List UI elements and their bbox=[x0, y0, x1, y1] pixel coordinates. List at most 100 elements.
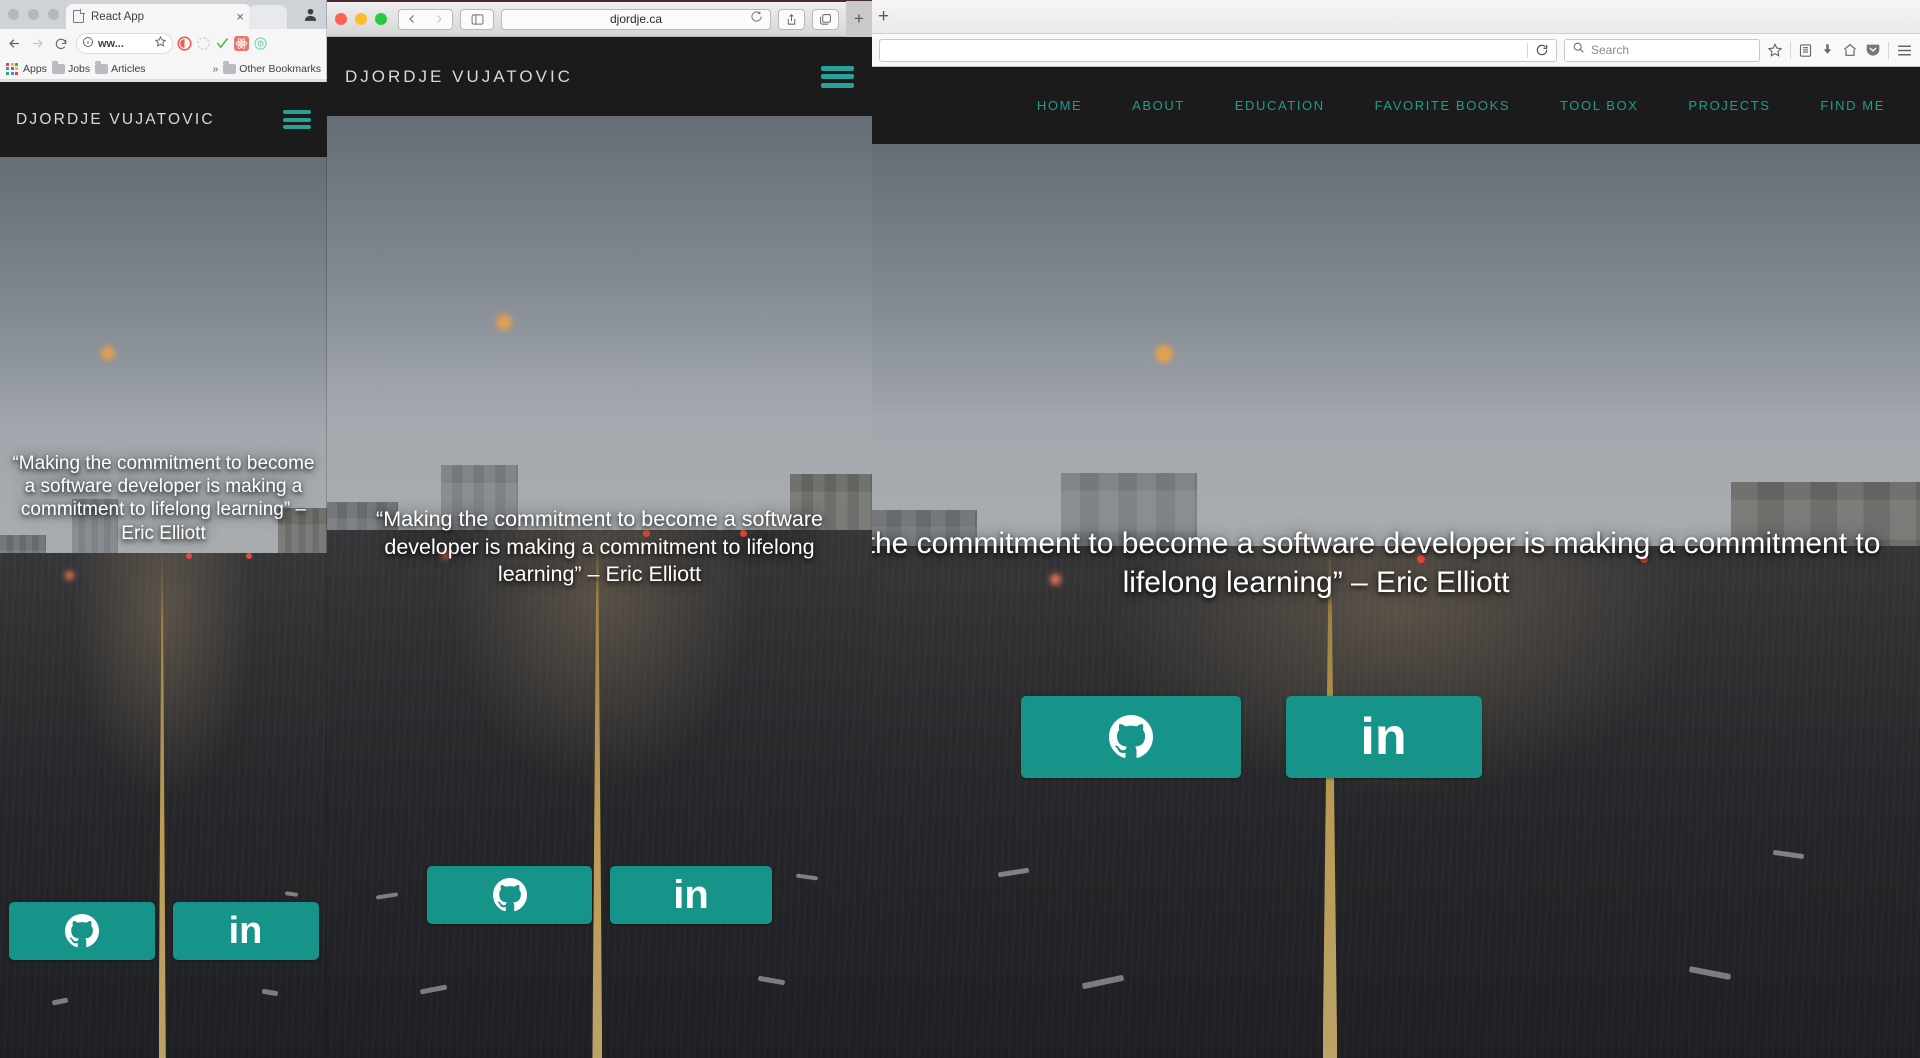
chrome-tab-react-app[interactable]: React App × bbox=[66, 4, 251, 29]
hamburger-menu-icon[interactable] bbox=[1896, 42, 1913, 59]
target-extension-icon[interactable] bbox=[253, 36, 268, 51]
ghostery-extension-icon[interactable] bbox=[177, 36, 192, 51]
forward-chevron-icon[interactable] bbox=[425, 8, 453, 30]
chrome-url-text: ww... bbox=[98, 37, 124, 50]
bookmark-articles[interactable]: Articles bbox=[95, 61, 146, 75]
bookmark-star-icon[interactable] bbox=[154, 35, 167, 53]
chrome-window-controls[interactable] bbox=[8, 9, 59, 20]
bookmark-jobs[interactable]: Jobs bbox=[51, 61, 91, 75]
linkedin-button[interactable]: in bbox=[172, 902, 319, 960]
new-tab-plus-icon[interactable]: + bbox=[878, 7, 889, 26]
reload-icon[interactable] bbox=[51, 34, 70, 53]
loading-extension-icon[interactable] bbox=[196, 36, 211, 51]
reload-icon[interactable] bbox=[1528, 43, 1556, 57]
github-icon bbox=[1108, 715, 1153, 758]
firefox-toolbar: Search bbox=[872, 34, 1920, 67]
site-viewport-chrome: DJORDJE VUJATOVIC “Making the commitment… bbox=[0, 82, 327, 1058]
close-icon[interactable]: × bbox=[236, 10, 244, 23]
bookmark-label: Jobs bbox=[67, 62, 91, 75]
safari-window-controls[interactable] bbox=[335, 13, 387, 25]
firefox-search-placeholder: Search bbox=[1591, 43, 1630, 57]
safari-url-text: djordje.ca bbox=[609, 12, 663, 26]
hero-quote: “Making the commitment to become a softw… bbox=[12, 453, 315, 544]
nav-item-find-me[interactable]: FIND ME bbox=[1820, 98, 1885, 113]
new-tab-plus-icon[interactable]: + bbox=[846, 0, 872, 38]
site-header: DJORDJE VUJATOVIC bbox=[327, 37, 872, 116]
screenshot-stage: React App × ww... Apps Jobs Articles » O… bbox=[0, 0, 1920, 1058]
chrome-tab-strip: React App × bbox=[0, 0, 327, 29]
github-icon bbox=[64, 914, 99, 948]
page-icon bbox=[73, 10, 84, 23]
safari-minimize-button[interactable] bbox=[355, 13, 367, 25]
folder-icon bbox=[51, 61, 65, 74]
folder-icon bbox=[223, 61, 237, 74]
site-nav-bar: HOME ABOUT EDUCATION FAVORITE BOOKS TOOL… bbox=[872, 67, 1920, 144]
firefox-address-bar[interactable] bbox=[879, 38, 1557, 62]
overflow-chevron-icon: » bbox=[212, 62, 219, 75]
safari-maximize-button[interactable] bbox=[375, 13, 387, 25]
sidebar-toggle-icon[interactable] bbox=[460, 8, 494, 30]
hamburger-menu-icon[interactable] bbox=[283, 110, 311, 129]
forward-arrow-icon[interactable] bbox=[28, 34, 47, 53]
library-icon[interactable] bbox=[1798, 43, 1813, 58]
site-viewport-safari: DJORDJE VUJATOVIC “Making the commitment… bbox=[327, 37, 872, 1058]
github-button[interactable] bbox=[1020, 696, 1241, 778]
nav-item-tool-box[interactable]: TOOL BOX bbox=[1560, 98, 1639, 113]
linkedin-icon: in bbox=[673, 873, 709, 917]
hero-section: “Making the commitment to become a softw… bbox=[0, 157, 327, 1058]
bookmark-apps[interactable]: Apps bbox=[23, 63, 47, 75]
firefox-browser-window: + Search HOME ABOUT EDUCATION FAVORITE B… bbox=[872, 0, 1920, 1058]
bookmark-label: Apps bbox=[23, 62, 47, 75]
nav-item-home[interactable]: HOME bbox=[1037, 98, 1082, 113]
safari-toolbar: djordje.ca + bbox=[327, 0, 872, 38]
info-circle-icon bbox=[82, 35, 94, 53]
nav-item-about[interactable]: ABOUT bbox=[1132, 98, 1185, 113]
hero-quote: “Making the commitment to become a softw… bbox=[872, 527, 1881, 599]
social-buttons: in bbox=[872, 696, 1740, 778]
bookmark-other-bookmarks[interactable]: Other Bookmarks bbox=[223, 61, 321, 75]
linkedin-button[interactable]: in bbox=[610, 866, 772, 924]
back-chevron-icon[interactable] bbox=[398, 8, 426, 30]
bookmark-star-icon[interactable] bbox=[1767, 42, 1783, 58]
linkedin-icon: in bbox=[228, 909, 263, 952]
hamburger-menu-icon[interactable] bbox=[821, 65, 854, 88]
social-buttons: in bbox=[327, 866, 872, 924]
chrome-close-dot[interactable] bbox=[8, 9, 19, 20]
chrome-maximize-dot[interactable] bbox=[48, 9, 59, 20]
nav-item-education[interactable]: EDUCATION bbox=[1235, 98, 1325, 113]
hero-section: “Making the commitment to become a softw… bbox=[327, 116, 872, 1058]
react-devtools-extension-icon[interactable] bbox=[234, 36, 249, 51]
chrome-omnibox[interactable]: ww... bbox=[76, 33, 173, 54]
apps-grid-icon[interactable] bbox=[6, 62, 18, 75]
profile-avatar-icon[interactable] bbox=[302, 6, 319, 23]
show-tabs-icon[interactable] bbox=[812, 8, 839, 30]
firefox-tab-strip: + bbox=[872, 0, 1920, 34]
downloads-icon[interactable] bbox=[1820, 42, 1835, 58]
chrome-tab-inactive[interactable] bbox=[249, 5, 287, 29]
share-icon[interactable] bbox=[778, 8, 805, 30]
site-logo[interactable]: DJORDJE VUJATOVIC bbox=[345, 67, 573, 87]
site-logo[interactable]: DJORDJE VUJATOVIC bbox=[16, 111, 215, 129]
pocket-save-icon[interactable] bbox=[1865, 42, 1881, 58]
safari-browser-window: djordje.ca + DJORDJE VUJATOVIC “Making t… bbox=[327, 0, 872, 1058]
firefox-search-box[interactable]: Search bbox=[1564, 38, 1760, 62]
search-magnifier-icon bbox=[1572, 41, 1585, 59]
home-icon[interactable] bbox=[1842, 42, 1858, 58]
linkedin-button[interactable]: in bbox=[1285, 696, 1482, 778]
github-icon bbox=[492, 878, 527, 912]
github-button[interactable] bbox=[427, 866, 592, 924]
bookmark-label: Other Bookmarks bbox=[239, 62, 321, 75]
nav-item-projects[interactable]: PROJECTS bbox=[1688, 98, 1770, 113]
social-buttons: in bbox=[0, 902, 327, 960]
reload-icon[interactable] bbox=[750, 10, 763, 28]
chrome-browser-window: React App × ww... Apps Jobs Articles » O… bbox=[0, 0, 327, 1058]
grammar-check-extension-icon[interactable] bbox=[215, 36, 230, 51]
chrome-bookmarks-bar: Apps Jobs Articles » Other Bookmarks bbox=[0, 58, 327, 80]
github-button[interactable] bbox=[8, 902, 155, 960]
chrome-minimize-dot[interactable] bbox=[28, 9, 39, 20]
nav-item-favorite-books[interactable]: FAVORITE BOOKS bbox=[1375, 98, 1511, 113]
safari-close-button[interactable] bbox=[335, 13, 347, 25]
safari-address-bar[interactable]: djordje.ca bbox=[501, 8, 771, 30]
bookmarks-overflow-button[interactable]: » bbox=[212, 63, 218, 75]
back-arrow-icon[interactable] bbox=[5, 34, 24, 53]
